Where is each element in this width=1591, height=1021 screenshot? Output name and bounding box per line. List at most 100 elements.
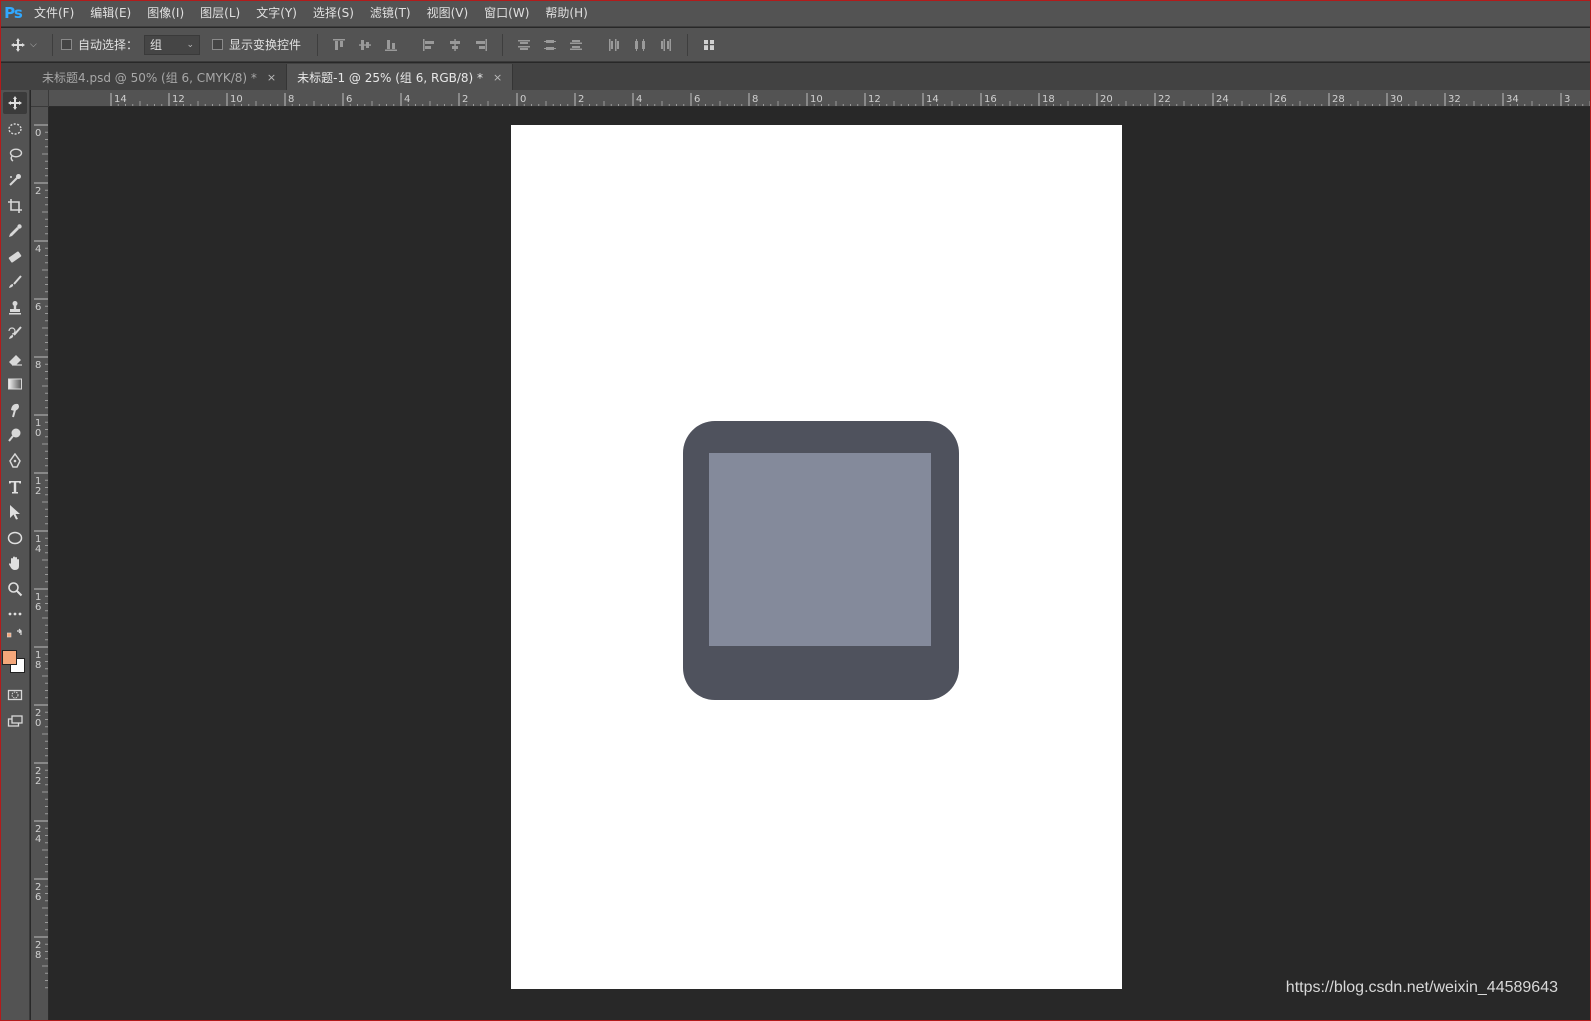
tab-document-1[interactable]: 未标题4.psd @ 50% (组 6, CMYK/8) * × [32,64,288,90]
menu-image[interactable]: 图像(I) [139,0,192,27]
auto-select-dropdown[interactable]: 组 ⌄ [144,34,201,55]
distribute-left-icon [609,38,620,51]
quick-select-icon [9,174,21,186]
move-tool[interactable] [3,92,27,114]
menu-select[interactable]: 选择(S) [305,0,362,27]
ruler-label: 3 [1564,94,1570,105]
auto-align-layers-button[interactable] [696,34,722,56]
pen-tool[interactable] [3,450,27,472]
menu-layer[interactable]: 图层(L) [192,0,248,27]
align-bottom-edges-button[interactable] [378,34,404,56]
ruler-label: 34 [1506,94,1519,105]
divider [52,33,53,56]
align-bottom-icon [385,39,398,51]
horizontal-ruler[interactable]: 14 12 10 8 6 4 2 0 2 4 6 8 10 12 14 16 18 20 22 24 26 28 30 32 3… [49,90,1591,107]
ruler-label: 2 [578,94,584,105]
dodge-icon [8,428,21,442]
align-top-icon [333,38,346,50]
align-horizontal-centers-button[interactable] [442,34,468,56]
ruler-label: 0 [520,94,526,105]
eyedropper-icon [9,224,22,237]
quick-mask-icon [7,689,23,701]
ruler-origin[interactable] [31,90,49,107]
screen-mode-button[interactable] [3,710,27,732]
quick-mask-button[interactable] [3,684,27,706]
type-tool[interactable] [3,476,27,498]
show-transform-checkbox[interactable] [212,39,224,50]
menu-view[interactable]: 视图(V) [419,0,477,27]
smudge-tool[interactable] [3,399,27,421]
menu-type[interactable]: 文字(Y) [248,0,305,27]
align-left-edges-button[interactable] [416,34,442,56]
menu-help[interactable]: 帮助(H) [537,0,595,27]
distribute-hcenter-button[interactable] [627,34,653,56]
photoshop-logo: Ps [4,4,23,22]
path-selection-tool[interactable] [3,501,27,523]
align-vertical-centers-button[interactable] [352,34,378,56]
shape-tool[interactable] [3,527,27,549]
distribute-top-button[interactable] [511,34,537,56]
history-brush-tool[interactable] [3,322,27,344]
distribute-right-button[interactable] [653,34,679,56]
ruler-label: 6 [694,94,700,105]
ruler-label: 8 [35,360,41,371]
align-top-edges-button[interactable] [326,34,352,56]
marquee-tool[interactable] [3,118,27,140]
ruler-label: 14 [926,94,939,105]
type-icon [9,481,21,494]
crop-icon [8,199,22,213]
watermark-url: https://blog.csdn.net/weixin_44589643 [1285,979,1558,996]
ruler-label: 32 [1448,94,1461,105]
foreground-color-swatch[interactable] [2,650,17,665]
distribute-left-button[interactable] [601,34,627,56]
brush-tool[interactable] [3,271,27,293]
distribute-vcenter-icon [544,39,557,50]
auto-select-checkbox[interactable] [61,39,72,50]
gradient-tool[interactable] [3,373,27,395]
menu-file[interactable]: 文件(F) [26,0,82,27]
align-right-edges-button[interactable] [468,34,494,56]
dodge-tool[interactable] [3,424,27,446]
swap-colors-icon [7,628,22,638]
chevron-down-icon: ⌄ [186,39,195,50]
clone-stamp-icon [9,301,21,315]
lasso-tool[interactable] [3,144,27,166]
tab-label: 未标题4.psd @ 50% (组 6, CMYK/8) * [42,70,257,85]
zoom-icon [8,582,23,597]
menu-filter[interactable]: 滤镜(T) [362,0,419,27]
distribute-vcenter-button[interactable] [537,34,563,56]
ruler-label: 10 [230,94,243,105]
healing-brush-tool[interactable] [3,246,27,268]
swap-colors-button[interactable] [3,628,27,642]
screen-rectangle-shape[interactable] [709,453,931,646]
menu-bar: Ps 文件(F) 编辑(E) 图像(I) 图层(L) 文字(Y) 选择(S) 滤… [0,0,1591,27]
align-right-icon [476,38,488,51]
zoom-tool[interactable] [3,578,27,600]
edit-toolbar-button[interactable] [3,603,27,625]
ruler-label: 16 [984,94,997,105]
tool-preset-picker[interactable]: ⌵ [10,33,44,57]
hand-tool[interactable] [3,552,27,574]
clone-stamp-tool[interactable] [3,297,27,319]
smudge-icon [11,403,19,418]
ruler-label: 28 [1332,94,1345,105]
crop-tool[interactable] [3,195,27,217]
menu-edit[interactable]: 编辑(E) [82,0,139,27]
close-icon[interactable]: × [493,71,502,84]
ruler-label: 0 [35,718,41,729]
align-left-icon [423,38,435,51]
close-icon[interactable]: × [267,71,276,84]
distribute-bottom-button[interactable] [563,34,589,56]
ruler-label: 4 [404,94,410,105]
tab-document-2[interactable]: 未标题-1 @ 25% (组 6, RGB/8) * × [287,64,514,90]
menu-window[interactable]: 窗口(W) [476,0,537,27]
ruler-label: 6 [35,302,41,313]
ruler-label: 2 [35,776,41,787]
vertical-ruler[interactable]: 0246810121416182022242628 [31,107,49,1021]
eraser-icon [9,355,22,366]
quick-select-tool[interactable] [3,169,27,191]
document-tabs: 未标题4.psd @ 50% (组 6, CMYK/8) * × 未标题-1 @… [0,63,1591,90]
eraser-tool[interactable] [3,348,27,370]
move-icon [11,37,25,52]
eyedropper-tool[interactable] [3,220,27,242]
